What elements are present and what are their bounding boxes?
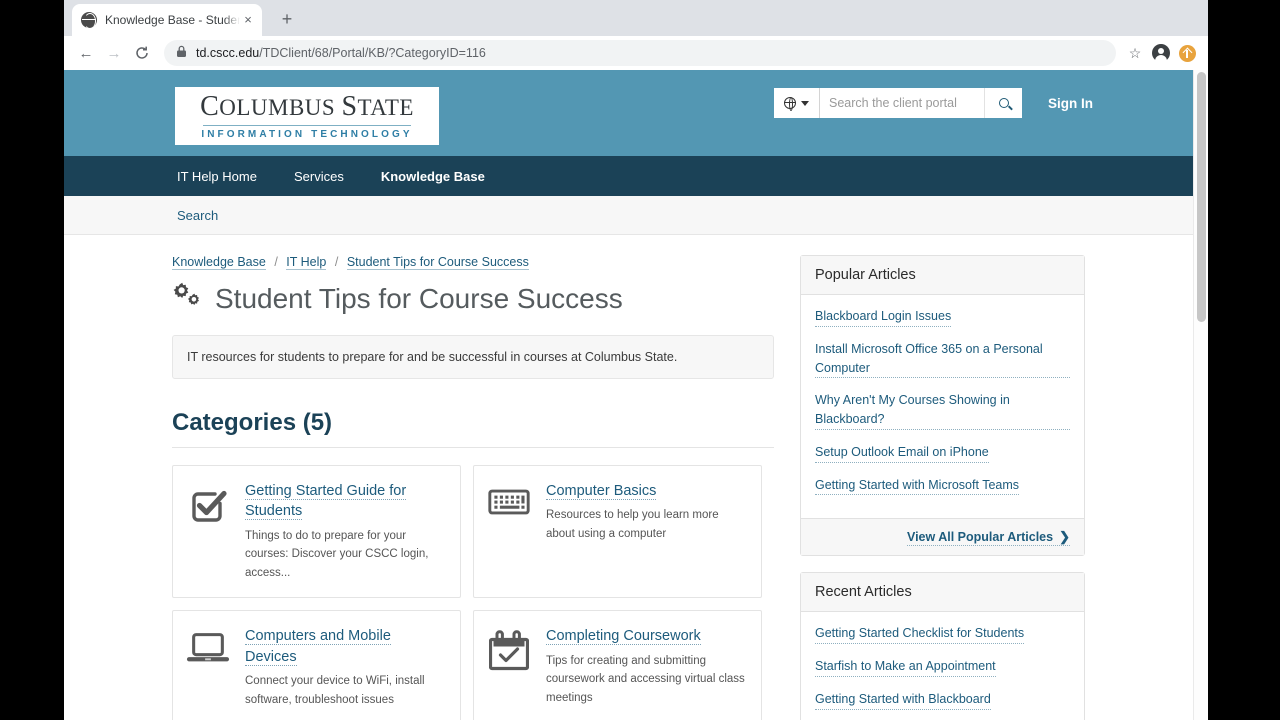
url-path: /TDClient/68/Portal/KB/?CategoryID=116 <box>259 46 486 60</box>
nav-item-it-help-home[interactable]: IT Help Home <box>177 169 257 184</box>
tab-title: Knowledge Base - Student Tips <box>105 13 240 27</box>
popular-articles-panel: Popular Articles Blackboard Login Issues… <box>800 255 1085 557</box>
site-logo[interactable]: COLUMBUS STATE INFORMATION TECHNOLOGY <box>175 87 439 145</box>
browser-tab[interactable]: Knowledge Base - Student Tips × <box>72 4 262 36</box>
category-card[interactable]: Completing Coursework Tips for creating … <box>473 610 762 720</box>
chevron-right-icon: ❯ <box>1059 529 1070 545</box>
category-card-title[interactable]: Getting Started Guide for Students <box>245 483 407 521</box>
popular-articles-footer: View All Popular Articles ❯ <box>801 518 1084 556</box>
category-card-desc: Tips for creating and submitting coursew… <box>546 654 745 705</box>
category-card[interactable]: Computer Basics Resources to help you le… <box>473 465 762 599</box>
main-column: Knowledge Base / IT Help / Student Tips … <box>172 255 774 720</box>
bookmark-star-icon[interactable]: ☆ <box>1122 40 1148 66</box>
category-card-title[interactable]: Computers and Mobile Devices <box>245 628 391 666</box>
portal-search <box>774 88 1022 118</box>
site-header: COLUMBUS STATE INFORMATION TECHNOLOGY Se… <box>64 70 1193 156</box>
browser-window: Knowledge Base - Student Tips × + ← → td… <box>64 0 1208 720</box>
chrome-update-menu-icon[interactable] <box>1174 40 1200 66</box>
popular-article-link[interactable]: Setup Outlook Email on iPhone <box>815 443 989 463</box>
sidebar: Popular Articles Blackboard Login Issues… <box>800 255 1085 720</box>
popular-article-link[interactable]: Why Aren't My Courses Showing in Blackbo… <box>815 391 1070 430</box>
page-content: Knowledge Base / IT Help / Student Tips … <box>64 235 1193 720</box>
chevron-down-icon <box>801 100 809 106</box>
new-tab-button[interactable]: + <box>276 9 298 31</box>
page-viewport: COLUMBUS STATE INFORMATION TECHNOLOGY Se… <box>64 70 1208 720</box>
popular-article-link[interactable]: Blackboard Login Issues <box>815 307 952 327</box>
category-card-title[interactable]: Computer Basics <box>546 483 657 500</box>
logo-divider <box>203 124 411 126</box>
tab-strip: Knowledge Base - Student Tips × + <box>64 0 1208 36</box>
breadcrumb-separator: / <box>334 255 339 269</box>
header-actions: Sign In <box>774 88 1093 118</box>
category-card[interactable]: Computers and Mobile Devices Connect you… <box>172 610 461 720</box>
profile-avatar-icon[interactable] <box>1148 40 1174 66</box>
popular-article-link[interactable]: Install Microsoft Office 365 on a Person… <box>815 340 1070 379</box>
category-card-desc: Things to do to prepare for your courses… <box>245 529 429 579</box>
globe-icon <box>783 96 796 111</box>
scrollbar-thumb[interactable] <box>1197 72 1206 322</box>
page-title: Student Tips for Course Success <box>172 282 774 315</box>
calendar-check-icon <box>485 626 533 709</box>
category-card[interactable]: Getting Started Guide for Students Thing… <box>172 465 461 599</box>
forward-button[interactable]: → <box>100 39 128 67</box>
view-all-label: View All Popular Articles <box>906 530 1054 545</box>
breadcrumb-separator: / <box>274 255 278 269</box>
recent-article-link[interactable]: Starfish to Make an Appointment <box>815 657 996 677</box>
kb-subnav: Search <box>64 196 1193 235</box>
popular-articles-heading: Popular Articles <box>801 256 1084 295</box>
globe-favicon-icon <box>81 12 97 28</box>
category-card-desc: Connect your device to WiFi, install sof… <box>245 675 425 706</box>
nav-item-services[interactable]: Services <box>294 169 344 184</box>
url-host: td.cscc.edu <box>196 46 260 60</box>
recent-articles-panel: Recent Articles Getting Started Checklis… <box>800 572 1085 720</box>
address-bar[interactable]: td.cscc.edu/TDClient/68/Portal/KB/?Categ… <box>164 40 1116 66</box>
recent-article-link[interactable]: Getting Started Checklist for Students <box>815 624 1025 644</box>
category-card-list: Getting Started Guide for Students Thing… <box>172 465 774 720</box>
section-divider <box>172 447 774 448</box>
browser-toolbar: ← → td.cscc.edu/TDClient/68/Portal/KB/?C… <box>64 36 1208 70</box>
recent-articles-heading: Recent Articles <box>801 573 1084 613</box>
lock-icon <box>176 45 188 61</box>
category-card-desc: Resources to help you learn more about u… <box>546 509 719 540</box>
breadcrumb-item-it-help[interactable]: IT Help <box>286 255 327 270</box>
breadcrumb-item-current[interactable]: Student Tips for Course Success <box>346 255 529 270</box>
categories-heading: Categories (5) <box>172 409 333 436</box>
nav-item-knowledge-base[interactable]: Knowledge Base <box>381 169 485 184</box>
primary-nav: IT Help Home Services Knowledge Base <box>64 156 1193 196</box>
recent-articles-list: Getting Started Checklist for Students S… <box>801 612 1084 720</box>
logo-wordmark: COLUMBUS STATE <box>200 90 414 122</box>
search-scope-dropdown[interactable] <box>774 88 820 118</box>
search-submit-button[interactable] <box>984 88 1022 118</box>
search-input[interactable] <box>820 88 984 118</box>
back-button[interactable]: ← <box>72 39 100 67</box>
popular-articles-list: Blackboard Login Issues Install Microsof… <box>801 295 1084 518</box>
sign-in-link[interactable]: Sign In <box>1048 96 1093 111</box>
popular-article-link[interactable]: Getting Started with Microsoft Teams <box>815 476 1020 496</box>
category-card-title[interactable]: Completing Coursework <box>546 628 701 646</box>
search-icon <box>998 98 1009 108</box>
laptop-icon <box>184 626 232 709</box>
close-tab-icon[interactable]: × <box>240 12 256 28</box>
breadcrumb-item-knowledge-base[interactable]: Knowledge Base <box>172 255 266 270</box>
page-title-text: Student Tips for Course Success <box>215 282 623 314</box>
view-all-popular-articles-link[interactable]: View All Popular Articles ❯ <box>906 529 1070 547</box>
cogs-icon <box>172 282 202 315</box>
reload-button[interactable] <box>128 39 156 67</box>
page-scrollbar[interactable] <box>1193 70 1208 720</box>
keyboard-icon <box>485 481 533 582</box>
kb-search-link[interactable]: Search <box>177 208 218 223</box>
check-square-icon <box>184 481 232 582</box>
category-description: IT resources for students to prepare for… <box>172 335 774 379</box>
recent-article-link[interactable]: Getting Started with Blackboard <box>815 690 991 710</box>
logo-subtitle: INFORMATION TECHNOLOGY <box>201 128 413 140</box>
breadcrumb: Knowledge Base / IT Help / Student Tips … <box>172 255 774 270</box>
